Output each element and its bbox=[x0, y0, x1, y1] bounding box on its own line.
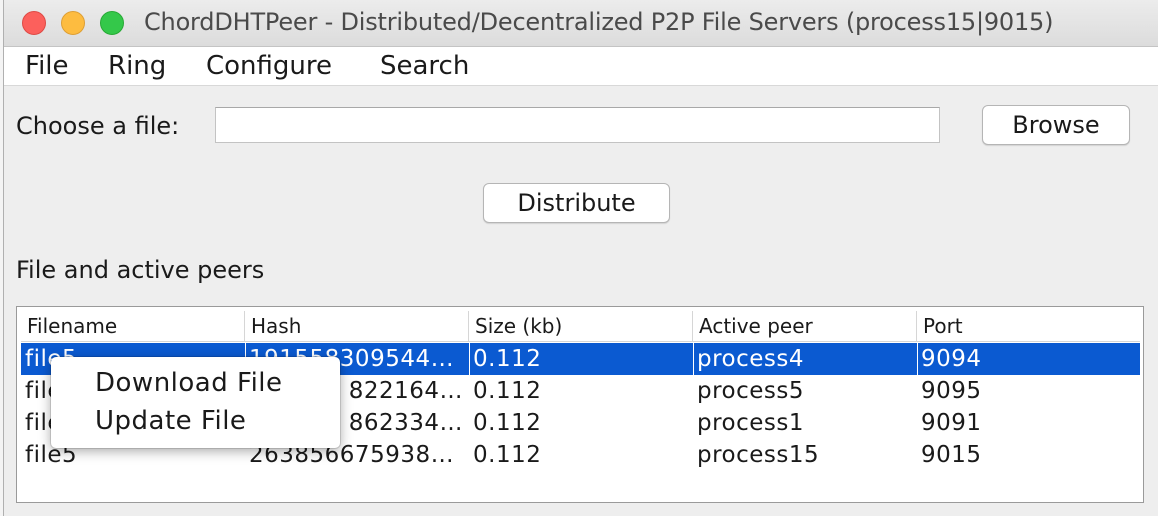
cell-active-peer: process4 bbox=[697, 346, 805, 372]
distribute-button[interactable]: Distribute bbox=[483, 183, 670, 223]
menu-ring[interactable]: Ring bbox=[108, 51, 166, 81]
file-peers-section-label: File and active peers bbox=[16, 256, 265, 284]
browse-button[interactable]: Browse bbox=[982, 105, 1130, 145]
choose-file-label: Choose a file: bbox=[16, 112, 180, 140]
menu-bar: File Ring Configure Search bbox=[4, 47, 1158, 86]
cell-size: 0.112 bbox=[473, 378, 542, 404]
update-file-menu-item[interactable]: Update File bbox=[95, 406, 246, 436]
cell-port: 9094 bbox=[921, 346, 982, 372]
file-path-input[interactable] bbox=[215, 107, 940, 143]
window-title: ChordDHTPeer - Distributed/Decentralized… bbox=[144, 8, 1054, 36]
download-file-menu-item[interactable]: Download File bbox=[95, 368, 283, 398]
column-header-port[interactable]: Port bbox=[917, 311, 1140, 341]
column-header-filename[interactable]: Filename bbox=[21, 311, 245, 341]
title-bar[interactable]: ChordDHTPeer - Distributed/Decentralized… bbox=[4, 0, 1158, 47]
app-window: ChordDHTPeer - Distributed/Decentralized… bbox=[4, 0, 1158, 516]
minimize-window-button[interactable] bbox=[61, 11, 85, 35]
menu-search[interactable]: Search bbox=[380, 51, 469, 81]
menu-file[interactable]: File bbox=[25, 51, 69, 81]
column-header-hash[interactable]: Hash bbox=[245, 311, 469, 341]
maximize-window-button[interactable] bbox=[100, 11, 124, 35]
cell-size: 0.112 bbox=[473, 346, 542, 372]
column-header-size[interactable]: Size (kb) bbox=[469, 311, 693, 341]
cell-size: 0.112 bbox=[473, 442, 542, 468]
cell-active-peer: process15 bbox=[697, 442, 820, 468]
cell-size: 0.112 bbox=[473, 410, 542, 436]
table-header: Filename Hash Size (kb) Active peer Port bbox=[21, 311, 1140, 342]
close-window-button[interactable] bbox=[22, 11, 46, 35]
row-context-menu: Download File Update File bbox=[51, 357, 340, 448]
column-header-active-peer[interactable]: Active peer bbox=[693, 311, 917, 341]
cell-port: 9091 bbox=[921, 410, 982, 436]
cell-port: 9015 bbox=[921, 442, 982, 468]
cell-active-peer: process1 bbox=[697, 410, 805, 436]
cell-active-peer: process5 bbox=[697, 378, 805, 404]
cell-port: 9095 bbox=[921, 378, 982, 404]
menu-configure[interactable]: Configure bbox=[206, 51, 332, 81]
